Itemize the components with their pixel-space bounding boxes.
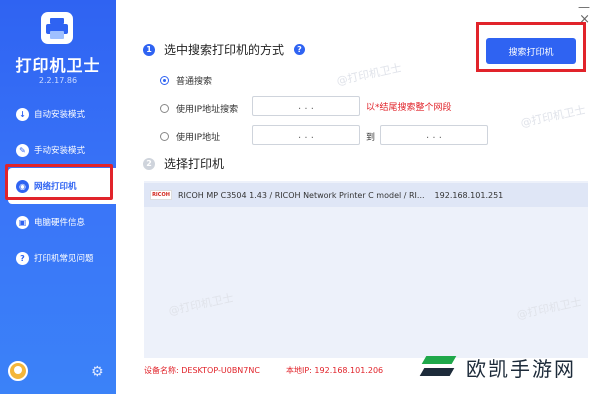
- site-brand: 欧凯手游网: [418, 350, 576, 384]
- help-icon[interactable]: ?: [294, 44, 305, 55]
- sidebar-item-label: 自动安装模式: [34, 110, 86, 120]
- ip-range-start-input[interactable]: . . .: [252, 125, 360, 145]
- printer-list: RICOH RICOH MP C3504 1.43 / RICOH Networ…: [144, 181, 588, 358]
- ip-hint-text: 以*结尾搜索整个网段: [366, 103, 452, 113]
- printer-name: RICOH MP C3504 1.43 / RICOH Network Prin…: [178, 190, 425, 200]
- printer-brand-logo: RICOH: [150, 190, 172, 200]
- section-1-title: 选中搜索打印机的方式: [164, 43, 285, 57]
- gear-icon[interactable]: ⚙: [91, 365, 104, 379]
- local-ip-text: 本地IP: 192.168.101.206: [286, 366, 384, 375]
- sidebar-item-label: 打印机常见问题: [34, 254, 94, 264]
- option-ip-range[interactable]: 使用IP地址: [160, 130, 220, 143]
- ip-range-end-input[interactable]: . . .: [380, 125, 488, 145]
- brand-text: 欧凯手游网: [466, 356, 576, 381]
- app-title: 打印机卫士: [15, 56, 101, 75]
- install-icon: ↓: [16, 107, 29, 121]
- step-1-badge: 1: [143, 44, 155, 56]
- watermark: @打印机卫士: [335, 61, 403, 88]
- avatar[interactable]: [8, 361, 28, 381]
- ip-dots: . . .: [426, 129, 442, 141]
- printer-ip: 192.168.101.251: [434, 190, 504, 200]
- sidebar-item-label: 电脑硬件信息: [34, 218, 86, 228]
- radio-ip-range[interactable]: [160, 132, 169, 141]
- question-icon: ?: [16, 251, 29, 265]
- list-item[interactable]: RICOH RICOH MP C3504 1.43 / RICOH Networ…: [144, 183, 588, 207]
- watermark: @打印机卫士: [519, 103, 587, 130]
- device-name-text: 设备名称: DESKTOP-U0BN7NC: [144, 366, 260, 375]
- radio-normal[interactable]: [160, 76, 169, 85]
- option-label: 使用IP地址搜索: [176, 105, 239, 115]
- option-label: 普通搜索: [176, 77, 213, 87]
- section-2-title: 选择打印机: [164, 157, 225, 171]
- radio-ip-search[interactable]: [160, 104, 169, 113]
- ip-range-to-label: 到: [366, 133, 376, 143]
- app-version: 2.2.17.86: [38, 76, 78, 85]
- hardware-icon: ▣: [16, 215, 29, 229]
- search-printer-button[interactable]: 搜索打印机: [486, 38, 576, 64]
- option-normal-search[interactable]: 普通搜索: [160, 74, 212, 87]
- option-label: 使用IP地址: [176, 133, 221, 143]
- ip-dots: . . .: [298, 129, 314, 141]
- sidebar-item-manual-install[interactable]: ✎ 手动安装模式: [0, 132, 116, 168]
- sidebar-item-hardware-info[interactable]: ▣ 电脑硬件信息: [0, 204, 116, 240]
- brand-logo-icon: [418, 350, 460, 384]
- sidebar-item-auto-install[interactable]: ↓ 自动安装模式: [0, 96, 116, 132]
- ip-search-input[interactable]: . . .: [252, 96, 360, 116]
- ip-dots: . . .: [298, 100, 314, 112]
- minimize-button[interactable]: —: [578, 1, 590, 13]
- sidebar-item-faq[interactable]: ? 打印机常见问题: [0, 240, 116, 276]
- highlight-box-nav: [5, 164, 113, 200]
- option-ip-search[interactable]: 使用IP地址搜索: [160, 102, 238, 115]
- step-2-badge: 2: [143, 158, 155, 170]
- sidebar-item-label: 手动安装模式: [34, 146, 86, 156]
- app-logo-icon: [41, 12, 73, 44]
- wrench-icon: ✎: [16, 143, 29, 157]
